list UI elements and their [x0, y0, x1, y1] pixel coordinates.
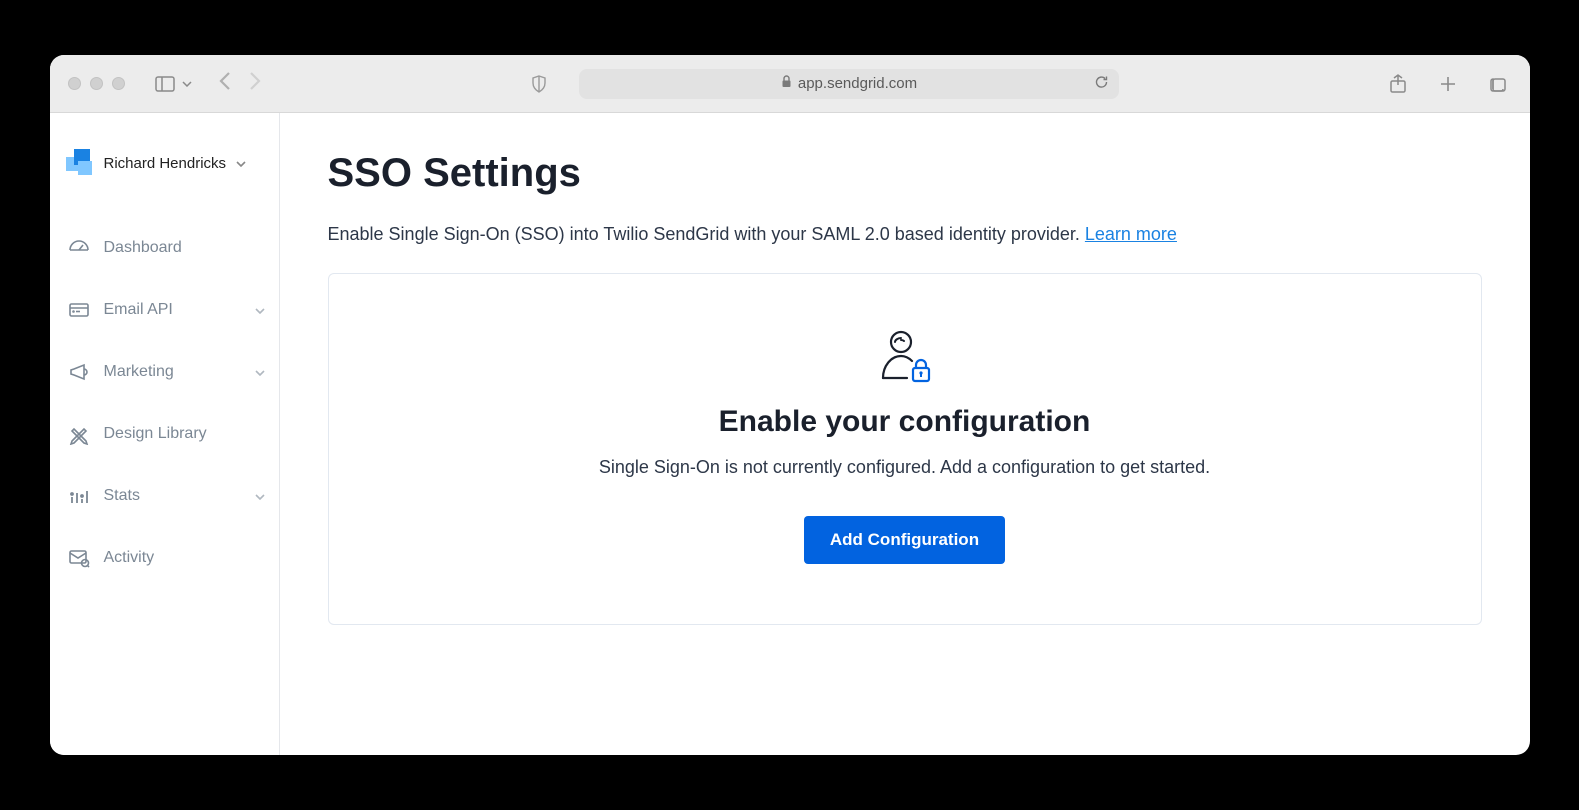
browser-window: app.sendgrid.com Richard Hen — [50, 55, 1530, 755]
nav-list: Dashboard Email API Marketing — [50, 217, 279, 589]
sidebar-dropdown-icon[interactable] — [179, 70, 195, 98]
main-content: SSO Settings Enable Single Sign-On (SSO)… — [280, 113, 1530, 755]
chevron-down-icon — [255, 303, 265, 317]
sidebar-item-marketing[interactable]: Marketing — [50, 341, 279, 403]
chevron-down-icon — [255, 489, 265, 503]
sidebar-item-activity[interactable]: Activity — [50, 527, 279, 589]
config-card: Enable your configuration Single Sign-On… — [328, 273, 1482, 625]
page-title: SSO Settings — [328, 151, 1482, 196]
nav-label: Marketing — [104, 363, 174, 381]
marketing-icon — [68, 361, 90, 383]
sendgrid-logo-icon — [66, 149, 94, 177]
lock-icon — [781, 75, 792, 92]
chevron-down-icon — [236, 156, 246, 170]
app-content: Richard Hendricks Dashboard Email API — [50, 113, 1530, 755]
page-description: Enable Single Sign-On (SSO) into Twilio … — [328, 224, 1482, 245]
user-name: Richard Hendricks — [104, 155, 227, 172]
nav-label: Email API — [104, 301, 173, 319]
privacy-shield-icon[interactable] — [525, 70, 553, 98]
user-lock-icon — [875, 328, 935, 389]
tabs-overview-icon[interactable] — [1484, 70, 1512, 98]
design-library-icon — [68, 423, 90, 445]
sidebar-item-design-library[interactable]: Design Library — [50, 403, 279, 465]
browser-toolbar: app.sendgrid.com — [50, 55, 1530, 113]
url-text: app.sendgrid.com — [798, 75, 917, 92]
card-description: Single Sign-On is not currently configur… — [369, 457, 1441, 478]
back-button[interactable] — [219, 71, 231, 97]
email-api-icon — [68, 299, 90, 321]
sidebar-item-email-api[interactable]: Email API — [50, 279, 279, 341]
share-icon[interactable] — [1384, 70, 1412, 98]
close-window-button[interactable] — [68, 77, 81, 90]
sidebar-toggle-icon[interactable] — [151, 70, 179, 98]
nav-label: Activity — [104, 549, 155, 567]
sidebar: Richard Hendricks Dashboard Email API — [50, 113, 280, 755]
reload-icon[interactable] — [1094, 74, 1109, 93]
stats-icon — [68, 485, 90, 507]
nav-label: Stats — [104, 487, 140, 505]
dashboard-icon — [68, 237, 90, 259]
window-controls — [68, 77, 125, 90]
user-menu[interactable]: Richard Hendricks — [50, 141, 279, 217]
learn-more-link[interactable]: Learn more — [1085, 224, 1177, 244]
card-title: Enable your configuration — [369, 405, 1441, 439]
chevron-down-icon — [255, 365, 265, 379]
address-bar[interactable]: app.sendgrid.com — [579, 69, 1119, 99]
nav-label: Dashboard — [104, 239, 182, 257]
activity-icon — [68, 547, 90, 569]
sidebar-item-stats[interactable]: Stats — [50, 465, 279, 527]
minimize-window-button[interactable] — [90, 77, 103, 90]
new-tab-icon[interactable] — [1434, 70, 1462, 98]
maximize-window-button[interactable] — [112, 77, 125, 90]
nav-label: Design Library — [104, 425, 207, 443]
add-configuration-button[interactable]: Add Configuration — [804, 516, 1005, 564]
sidebar-item-dashboard[interactable]: Dashboard — [50, 217, 279, 279]
forward-button[interactable] — [249, 71, 261, 97]
